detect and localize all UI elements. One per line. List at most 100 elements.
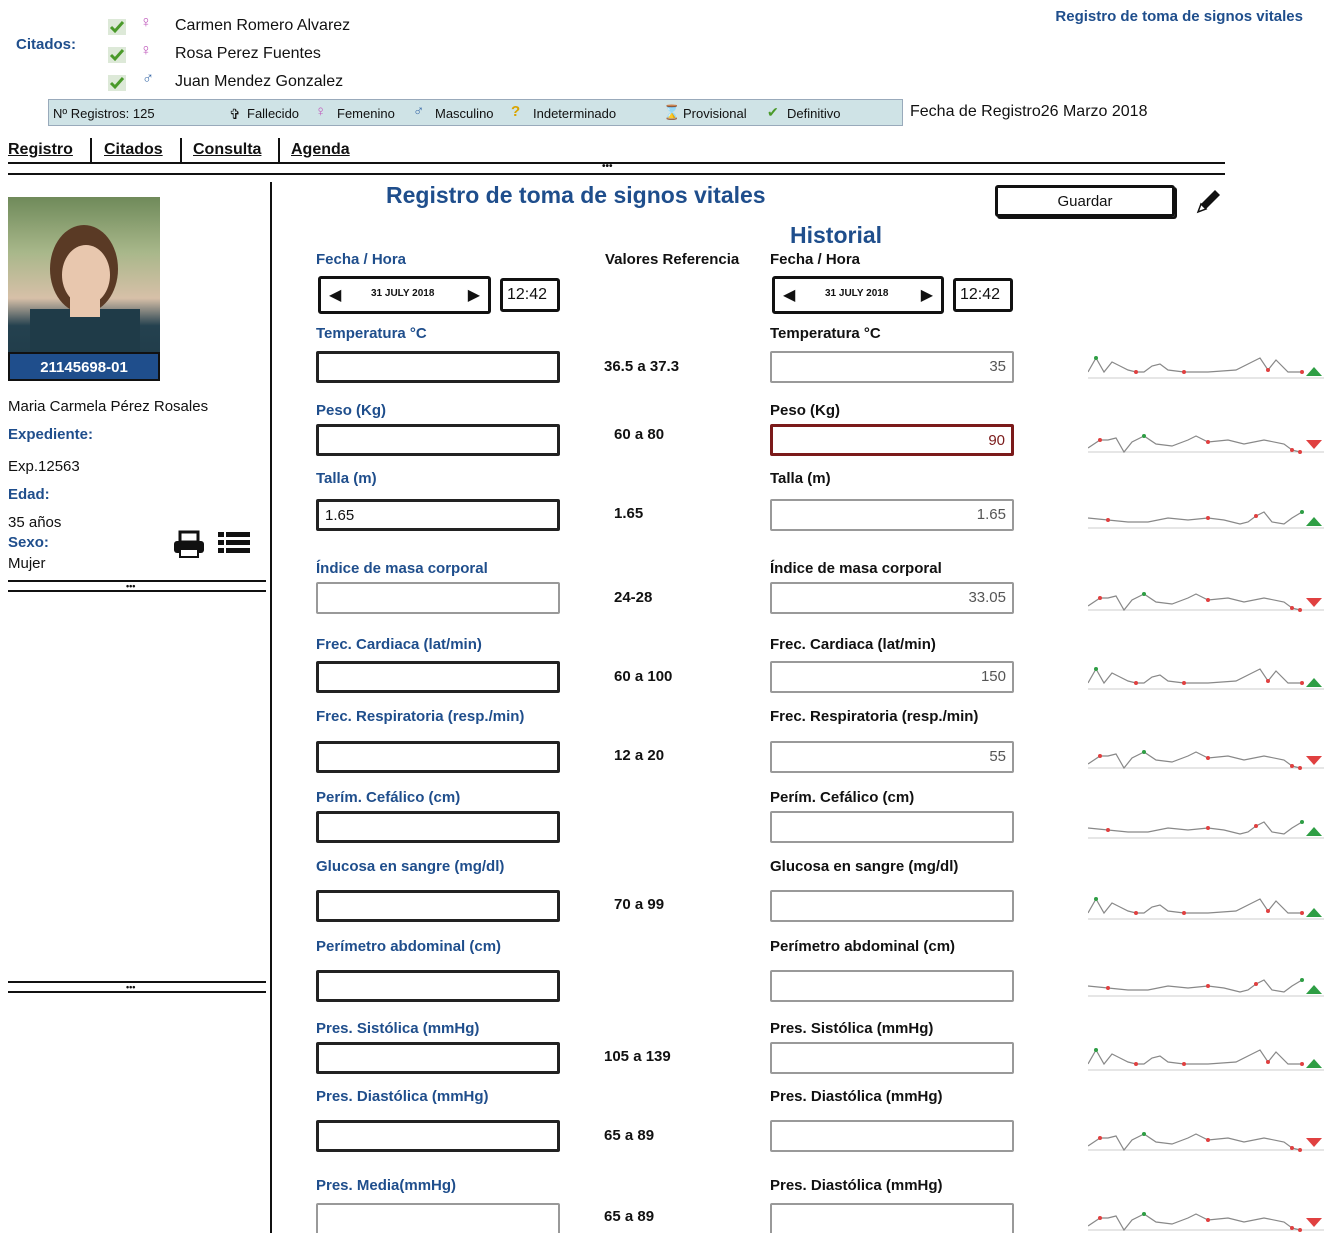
vital-input[interactable]: 1.65 <box>316 499 560 531</box>
trend-sparkline <box>1088 1048 1324 1071</box>
trend-down-icon <box>1306 598 1322 607</box>
vital-label: Perímetro abdominal (cm) <box>316 938 502 955</box>
vital-input[interactable] <box>316 1120 560 1152</box>
historial-title: Historial <box>790 222 883 248</box>
vital-input[interactable] <box>316 811 560 843</box>
edit-icon[interactable] <box>1194 186 1224 220</box>
tab-consulta[interactable]: Consulta <box>193 141 261 159</box>
check-icon: ✔ <box>767 104 779 120</box>
chevron-right-icon[interactable]: ▶ <box>468 285 480 305</box>
trend-down-icon <box>1306 756 1322 765</box>
hist-vital-value[interactable]: 90 <box>770 424 1014 456</box>
form-title: Registro de toma de signos vitales <box>386 182 766 208</box>
hist-vital-value[interactable]: 55 <box>770 741 1014 773</box>
vital-label: Pres. Sistólica (mmHg) <box>316 1020 480 1037</box>
hist-vital-value[interactable] <box>770 1120 1014 1152</box>
splitter-handle-icon[interactable]: ••• <box>126 983 135 992</box>
splitter[interactable] <box>8 981 266 983</box>
hist-vital-value[interactable] <box>770 890 1014 922</box>
splitter-handle-icon[interactable]: ••• <box>602 162 613 172</box>
trend-up-icon <box>1306 517 1322 526</box>
vital-input[interactable] <box>316 1203 560 1233</box>
citado-name[interactable]: Juan Mendez Gonzalez <box>175 73 343 91</box>
hist-vital-value[interactable] <box>770 1203 1014 1233</box>
divider <box>180 138 182 162</box>
tab-citados[interactable]: Citados <box>104 141 163 159</box>
hist-vital-label: Pres. Sistólica (mmHg) <box>770 1020 934 1037</box>
hist-vital-value[interactable] <box>770 970 1014 1002</box>
trend-sparkline <box>1088 978 1324 997</box>
sexo-value: Mujer <box>8 555 46 572</box>
vital-input[interactable] <box>316 424 560 456</box>
vital-input[interactable] <box>316 741 560 773</box>
registros-count: Nº Registros: 125 <box>53 106 155 121</box>
chevron-right-icon[interactable]: ▶ <box>921 285 933 305</box>
hist-vital-value[interactable]: 150 <box>770 661 1014 693</box>
expediente-value: Exp.12563 <box>8 458 80 475</box>
legend-fallecido: Fallecido <box>247 106 300 121</box>
list-icon[interactable] <box>216 530 252 564</box>
hist-vital-label: Pres. Diastólica (mmHg) <box>770 1177 943 1194</box>
legend-indeterminado: Indeterminado <box>533 106 617 121</box>
print-icon[interactable] <box>172 530 208 564</box>
male-icon: ♂ <box>413 103 425 120</box>
vital-input[interactable] <box>316 970 560 1002</box>
reference-range: 60 a 100 <box>614 668 673 685</box>
hist-vital-value[interactable]: 33.05 <box>770 582 1014 614</box>
chevron-left-icon[interactable]: ◀ <box>783 285 795 305</box>
tab-agenda[interactable]: Agenda <box>291 141 350 159</box>
divider <box>278 138 280 162</box>
fecha-registro: Fecha de Registro26 Marzo 2018 <box>910 103 1148 120</box>
citados-label: Citados: <box>16 36 76 53</box>
vital-label: Pres. Diastólica (mmHg) <box>316 1088 489 1105</box>
hist-vital-label: Temperatura °C <box>770 325 881 342</box>
vital-label: Índice de masa corporal <box>316 560 488 577</box>
splitter[interactable] <box>8 590 266 592</box>
hist-vital-value[interactable]: 35 <box>770 351 1014 383</box>
edad-label: Edad: <box>8 486 50 503</box>
vital-input[interactable] <box>316 351 560 383</box>
splitter[interactable] <box>8 162 1225 164</box>
citado-name[interactable]: Carmen Romero Alvarez <box>175 17 350 35</box>
hist-vital-value[interactable] <box>770 811 1014 843</box>
vital-label: Temperatura °C <box>316 325 427 342</box>
reference-range: 1.65 <box>614 505 644 522</box>
splitter-handle-icon[interactable]: ••• <box>126 582 135 591</box>
page-link[interactable]: Registro de toma de signos vitales <box>1055 8 1303 25</box>
vital-label: Pres. Media(mmHg) <box>316 1177 457 1194</box>
trend-sparkline <box>1088 592 1324 612</box>
time-input[interactable]: 12:42 <box>500 278 560 312</box>
hist-time-input[interactable]: 12:42 <box>953 278 1013 312</box>
panel-divider[interactable] <box>270 182 272 1233</box>
trend-down-icon <box>1306 440 1322 449</box>
hist-date-picker[interactable]: ◀ 31 JULY 2018 ▶ <box>772 276 944 314</box>
vital-input[interactable] <box>316 1042 560 1074</box>
trend-up-icon <box>1306 908 1322 917</box>
vital-input[interactable] <box>316 582 560 614</box>
hist-vital-value[interactable] <box>770 1042 1014 1074</box>
trend-sparkline <box>1088 510 1324 529</box>
tab-registro[interactable]: Registro <box>8 141 73 159</box>
save-button[interactable]: Guardar <box>995 185 1175 217</box>
sexo-label: Sexo: <box>8 534 49 551</box>
hist-vital-label: Perím. Cefálico (cm) <box>770 789 915 806</box>
trend-up-icon <box>1306 827 1322 836</box>
vital-input[interactable] <box>316 661 560 693</box>
splitter[interactable] <box>8 580 266 582</box>
hist-vital-label: Talla (m) <box>770 470 831 487</box>
patient-name: Maria Carmela Pérez Rosales <box>8 398 209 415</box>
vital-label: Perím. Cefálico (cm) <box>316 789 461 806</box>
citado-name[interactable]: Rosa Perez Fuentes <box>175 45 321 63</box>
splitter[interactable] <box>8 991 266 993</box>
female-icon: ♀ <box>140 42 152 59</box>
hist-vital-value[interactable]: 1.65 <box>770 499 1014 531</box>
trend-sparkline <box>1088 820 1324 839</box>
splitter[interactable] <box>8 173 1225 175</box>
female-icon: ♀ <box>140 14 152 31</box>
check-icon <box>108 47 126 63</box>
chevron-left-icon[interactable]: ◀ <box>329 285 341 305</box>
reference-range: 105 a 139 <box>604 1048 671 1065</box>
trend-sparkline <box>1088 1132 1324 1152</box>
date-picker[interactable]: ◀ 31 JULY 2018 ▶ <box>318 276 491 314</box>
vital-input[interactable] <box>316 890 560 922</box>
